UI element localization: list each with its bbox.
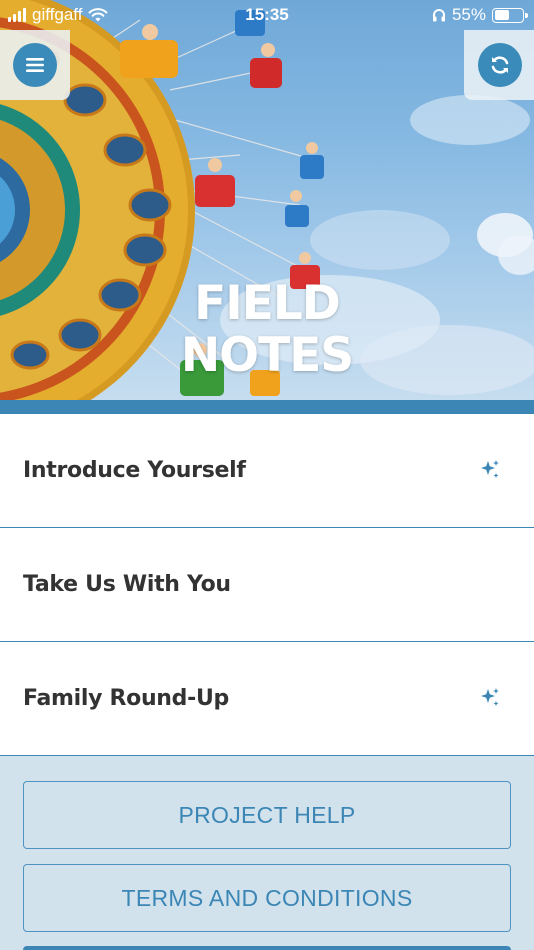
next-button-partial[interactable] bbox=[23, 946, 511, 950]
hero-banner: giffgaff 15:35 55% FIELD NOTES bbox=[0, 0, 534, 400]
battery-icon bbox=[492, 7, 528, 23]
sparkle-icon bbox=[481, 460, 499, 478]
divider-band bbox=[0, 400, 534, 414]
hamburger-menu-icon bbox=[26, 58, 44, 72]
task-list: Introduce Yourself Take Us With You Fami… bbox=[0, 414, 534, 756]
refresh-icon bbox=[491, 56, 509, 74]
list-item-introduce-yourself[interactable]: Introduce Yourself bbox=[0, 414, 534, 528]
refresh-button-container[interactable] bbox=[464, 30, 534, 100]
headphones-icon bbox=[432, 8, 445, 21]
list-item-label: Family Round-Up bbox=[23, 686, 229, 711]
list-item-take-us-with-you[interactable]: Take Us With You bbox=[0, 528, 534, 642]
list-item-label: Take Us With You bbox=[23, 572, 231, 597]
status-bar: giffgaff 15:35 55% bbox=[0, 0, 534, 30]
menu-button[interactable] bbox=[13, 43, 57, 87]
title-line-2: NOTES bbox=[180, 328, 354, 383]
title-line-1: FIELD bbox=[194, 276, 341, 331]
terms-and-conditions-button[interactable]: TERMS AND CONDITIONS bbox=[23, 864, 511, 932]
project-help-button[interactable]: PROJECT HELP bbox=[23, 781, 511, 849]
menu-button-container[interactable] bbox=[0, 30, 70, 100]
list-item-label: Introduce Yourself bbox=[23, 458, 246, 483]
refresh-button[interactable] bbox=[478, 43, 522, 87]
list-item-family-round-up[interactable]: Family Round-Up bbox=[0, 642, 534, 756]
page-title: FIELD NOTES bbox=[0, 278, 534, 382]
battery-percent: 55% bbox=[451, 5, 486, 24]
sparkle-icon bbox=[481, 688, 499, 706]
